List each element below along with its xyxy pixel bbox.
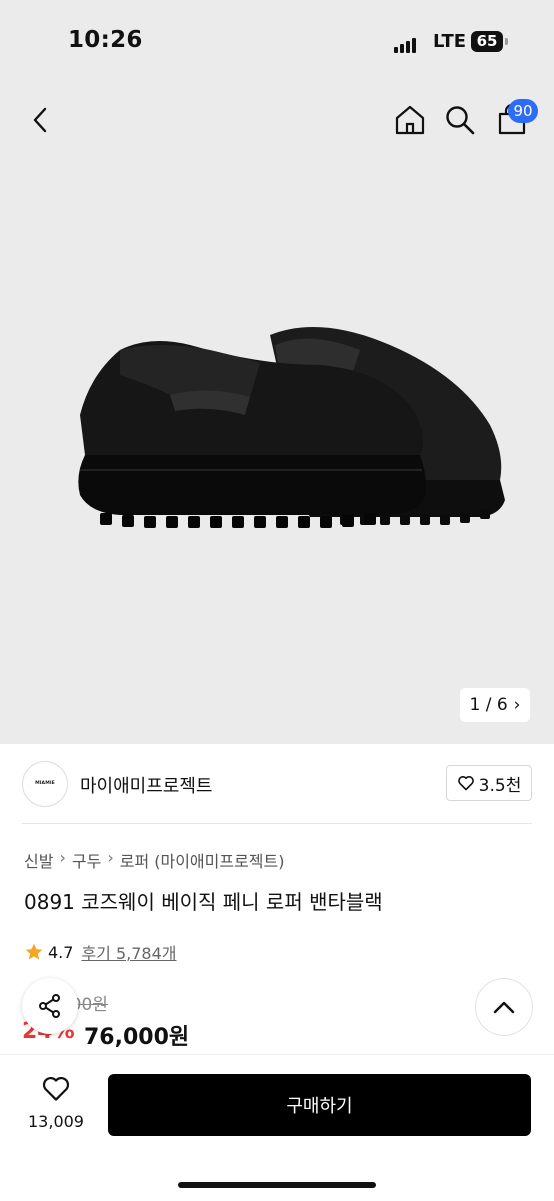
heart-icon: [457, 776, 474, 791]
battery-icon: 65: [471, 31, 503, 52]
product-title: 0891 코즈웨이 베이직 페니 로퍼 밴타블랙: [24, 890, 383, 914]
brand-logo[interactable]: MIAMIE PROJECT: [22, 761, 68, 807]
rating-row: 4.7 후기 5,784개: [24, 940, 177, 964]
divider: [22, 823, 532, 824]
search-icon: [446, 106, 475, 135]
star-icon: [25, 943, 43, 960]
breadcrumb-separator: ›: [59, 848, 66, 867]
cart-count-badge: 90: [508, 99, 538, 123]
gallery-pager[interactable]: 1 / 6 ›: [460, 688, 530, 722]
brand-like-button[interactable]: 3.5천: [446, 765, 532, 801]
rating-value: 4.7: [48, 942, 74, 962]
sale-price: 76,000원: [84, 1025, 190, 1050]
share-icon: [39, 994, 60, 1018]
back-arrow-icon: [33, 107, 47, 133]
buy-button[interactable]: 구매하기: [108, 1074, 531, 1136]
scroll-to-top-button[interactable]: [475, 978, 533, 1036]
product-image-gallery[interactable]: 1 / 6 ›: [0, 80, 554, 744]
brand-like-count: 3.5천: [478, 775, 522, 796]
breadcrumb: 신발 › 구두 › 로퍼 (마이애미프로젝트): [24, 848, 285, 872]
chevron-up-icon: [493, 1001, 515, 1014]
share-button[interactable]: [22, 978, 78, 1034]
home-indicator: [178, 1182, 376, 1188]
product-like-button[interactable]: 13,009: [26, 1075, 86, 1131]
chevron-right-icon: ›: [513, 695, 521, 715]
bottom-action-bar: 13,009 구매하기: [0, 1054, 554, 1201]
network-label: LTE: [433, 31, 467, 52]
heart-icon: [42, 1076, 70, 1101]
breadcrumb-item[interactable]: 로퍼 (마이애미프로젝트): [120, 848, 285, 872]
back-button[interactable]: [20, 100, 60, 140]
brand-name[interactable]: 마이애미프로젝트: [80, 772, 212, 798]
breadcrumb-item[interactable]: 구두: [72, 848, 101, 872]
search-button[interactable]: [440, 100, 480, 140]
home-button[interactable]: [390, 100, 430, 140]
status-bar: 10:26 LTE 65: [0, 0, 554, 80]
status-time: 10:26: [68, 27, 143, 53]
breadcrumb-item[interactable]: 신발: [24, 848, 53, 872]
product-like-count: 13,009: [28, 1112, 84, 1131]
product-photo: [78, 327, 505, 528]
pager-text: 1 / 6: [469, 695, 508, 715]
signal-strength-icon: [394, 34, 418, 53]
battery-tip: [505, 38, 508, 45]
brand-row[interactable]: MIAMIE PROJECT 마이애미프로젝트 3.5천: [0, 744, 554, 824]
home-icon: [395, 105, 425, 135]
breadcrumb-separator: ›: [107, 848, 114, 867]
review-link[interactable]: 후기 5,784개: [81, 940, 176, 964]
